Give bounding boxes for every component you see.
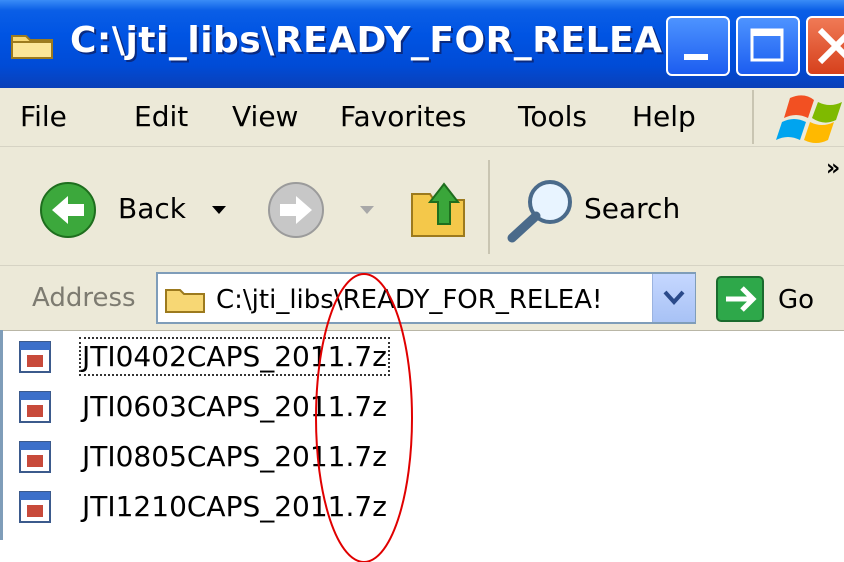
go-button-label[interactable]: Go <box>778 285 814 315</box>
file-name[interactable]: JTI1210CAPS_2011.7z <box>82 490 387 523</box>
file-name[interactable]: JTI0603CAPS_2011.7z <box>82 390 387 423</box>
minimize-icon <box>684 54 708 60</box>
address-folder-icon <box>165 289 205 313</box>
close-icon <box>817 27 844 65</box>
search-icon[interactable] <box>502 172 580 246</box>
menu-file[interactable]: File <box>20 100 67 133</box>
menu-edit[interactable]: Edit <box>134 100 188 133</box>
archive-file-icon <box>19 491 51 523</box>
back-dropdown-icon[interactable] <box>208 200 230 220</box>
back-arrow-icon[interactable] <box>38 180 98 240</box>
toolbar-chevron[interactable]: » <box>826 156 840 181</box>
forward-arrow-icon[interactable] <box>266 180 326 240</box>
maximize-icon <box>750 28 784 62</box>
close-button[interactable] <box>806 16 844 76</box>
address-dropdown[interactable] <box>652 274 695 322</box>
search-button-label[interactable]: Search <box>584 192 680 225</box>
address-label: Address <box>32 283 136 313</box>
maximize-button[interactable] <box>736 16 800 76</box>
archive-file-icon <box>19 341 51 373</box>
chevron-down-icon <box>663 290 685 305</box>
file-name[interactable]: JTI0402CAPS_2011.7z <box>79 337 390 376</box>
menu-favorites[interactable]: Favorites <box>340 100 466 133</box>
menu-tools[interactable]: Tools <box>518 100 587 133</box>
address-value[interactable]: C:\jti_libs\READY_FOR_RELEA! <box>216 285 646 315</box>
folder-up-icon[interactable] <box>408 172 470 242</box>
file-name[interactable]: JTI0805CAPS_2011.7z <box>82 440 387 473</box>
archive-file-icon <box>19 441 51 473</box>
menu-help[interactable]: Help <box>632 100 696 133</box>
go-arrow-icon[interactable] <box>716 276 764 322</box>
menu-view[interactable]: View <box>232 100 298 133</box>
window-title: C:\jti_libs\READY_FOR_RELEA... <box>70 20 706 61</box>
toolbar-separator <box>488 160 490 254</box>
windows-logo-icon <box>776 95 842 143</box>
menu-separator <box>752 90 754 144</box>
back-button-label[interactable]: Back <box>118 192 186 225</box>
archive-file-icon <box>19 391 51 423</box>
content-pane-border <box>0 330 3 540</box>
folder-icon <box>11 35 53 59</box>
minimize-button[interactable] <box>666 16 730 76</box>
forward-dropdown-icon[interactable] <box>356 200 378 220</box>
